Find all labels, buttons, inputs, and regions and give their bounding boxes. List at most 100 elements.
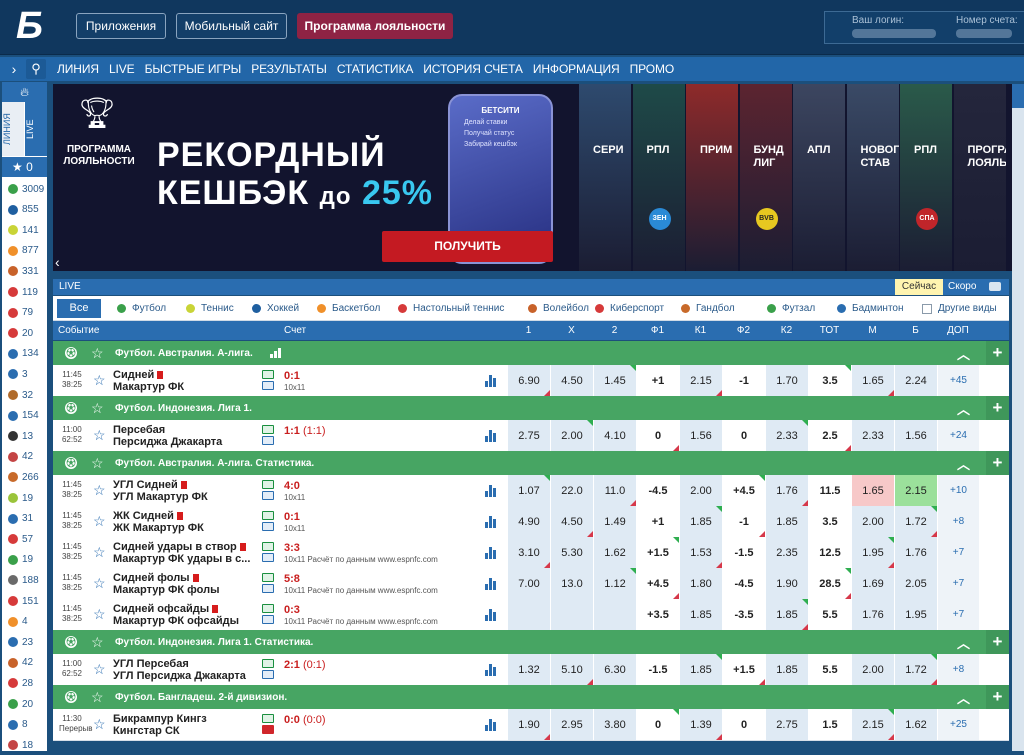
teams[interactable]: УГЛ Сидней УГЛ Макартур ФК (113, 479, 281, 503)
star-icon[interactable]: ☆ (93, 575, 106, 592)
odd-cell[interactable]: 2.00 (679, 475, 722, 506)
odd-cell[interactable]: 2.75 (507, 420, 550, 451)
sidebar-sport-item[interactable]: 19 (2, 550, 47, 570)
odd-cell[interactable]: 1.45 (593, 365, 636, 396)
odd-cell[interactable]: 1.5 (808, 709, 851, 740)
filter-4[interactable]: Настольный теннис (398, 303, 504, 314)
league-header[interactable]: ⚽︎ ☆ Футбол. Бангладеш. 2-й дивизион. ︿ + (53, 685, 1009, 709)
chart-icon[interactable] (485, 578, 499, 590)
tv-icon[interactable] (262, 584, 274, 593)
col-header[interactable]: К1 (679, 325, 722, 336)
star-icon[interactable]: ☆ (93, 606, 106, 623)
sidebar-sport-item[interactable]: 855 (2, 200, 47, 220)
filter-8[interactable]: Футзал (767, 303, 815, 314)
teams[interactable]: Сидней офсайды Макартур ФК офсайды (113, 603, 281, 627)
odd-cell[interactable]: 3.5 (808, 365, 851, 396)
odd-cell[interactable]: 6.30 (593, 654, 636, 685)
table-row[interactable]: 11:30 Перерыв ☆ Бикрампур Кингз Кингстар СК 0… (53, 709, 1009, 741)
odd-cell[interactable]: -1 (722, 365, 765, 396)
now-tab[interactable]: Сейчас (895, 279, 943, 295)
filter-all[interactable]: Все (57, 299, 101, 318)
odd-cell[interactable]: 0 (636, 709, 679, 740)
odd-cell[interactable]: 1.49 (593, 506, 636, 537)
odd-cell[interactable]: 28.5 (808, 568, 851, 599)
stats-icon[interactable] (270, 348, 284, 358)
sidebar-sport-item[interactable]: 8 (2, 715, 47, 735)
odd-cell[interactable]: +1 (636, 365, 679, 396)
more-markets-button[interactable]: +7 (937, 568, 979, 599)
table-row[interactable]: 11:45 38:25 ☆ Сидней удары в створ Макартур … (53, 537, 1009, 569)
teams[interactable]: Сидней удары в створ Макартур ФК удары в … (113, 541, 281, 565)
sidebar-sport-item[interactable]: 42 (2, 653, 47, 673)
sidebar-sport-item[interactable]: 4 (2, 612, 47, 632)
more-markets-button[interactable]: +7 (937, 599, 979, 630)
odd-cell[interactable]: 1.56 (679, 420, 722, 451)
col-header[interactable]: М (851, 325, 894, 336)
odd-cell[interactable]: 1.32 (507, 654, 550, 685)
filter-6[interactable]: Киберспорт (595, 303, 664, 314)
tv-icon[interactable] (262, 615, 274, 624)
star-icon[interactable]: ☆ (93, 544, 106, 561)
star-icon[interactable]: ☆ (93, 661, 106, 678)
odd-cell[interactable]: 11.5 (808, 475, 851, 506)
get-cashback-button[interactable]: ПОЛУЧИТЬ (382, 231, 553, 262)
filter-3[interactable]: Баскетбол (317, 303, 380, 314)
odd-cell[interactable]: 1.56 (894, 420, 937, 451)
sidebar-sport-item[interactable]: 331 (2, 261, 47, 281)
stats-icon[interactable] (262, 604, 274, 613)
table-row[interactable]: 11:45 38:25 ☆ ЖК Сидней ЖК Макартур ФК 0:1 10x… (53, 506, 1009, 538)
odd-cell[interactable]: 1.85 (765, 654, 808, 685)
odd-cell[interactable]: 22.0 (550, 475, 593, 506)
nav-item[interactable]: ИСТОРИЯ СЧЕТА (423, 62, 523, 76)
nav-item[interactable]: СТАТИСТИКА (337, 62, 414, 76)
league-header[interactable]: ⚽︎ ☆ Футбол. Австралия. А-лига. Статистика… (53, 451, 1009, 475)
collapse-icon[interactable]: ︿ (957, 344, 970, 363)
sidebar-sport-item[interactable]: 3009 (2, 179, 47, 199)
odd-cell[interactable]: 4.10 (593, 420, 636, 451)
teams[interactable]: Сидней Макартур ФК (113, 369, 281, 393)
odd-cell[interactable]: 1.65 (851, 365, 894, 396)
odd-cell[interactable]: 3.5 (808, 506, 851, 537)
banner-card[interactable]: ПРОГРА ЛОЯЛЬ (953, 84, 1006, 271)
odd-cell[interactable]: 3.10 (507, 537, 550, 568)
promo-banner[interactable]: 🏆︎ ПРОГРАММА ЛОЯЛЬНОСТИ РЕКОРДНЫЙ КЕШБЭК … (53, 84, 1012, 271)
star-icon[interactable]: ☆ (93, 372, 106, 389)
odd-cell[interactable]: 1.62 (593, 537, 636, 568)
banner-card[interactable]: БУНД ЛИГ BVB (739, 84, 792, 271)
fire-icon[interactable]: 🔥︎ (2, 82, 47, 102)
odd-cell[interactable]: 0 (636, 420, 679, 451)
odd-cell[interactable]: 13.0 (550, 568, 593, 599)
odd-cell[interactable]: +1.5 (636, 537, 679, 568)
odd-cell[interactable]: 1.39 (679, 709, 722, 740)
banner-card[interactable]: СЕРИ (579, 84, 631, 271)
star-icon[interactable]: ☆ (91, 345, 104, 362)
odd-cell[interactable]: 11.0 (593, 475, 636, 506)
banner-card[interactable]: РПЛ СПА (900, 84, 952, 271)
stats-icon[interactable] (262, 714, 274, 723)
teams[interactable]: ЖК Сидней ЖК Макартур ФК (113, 510, 281, 534)
col-header[interactable]: 2 (593, 325, 636, 336)
odd-cell[interactable]: -1 (722, 506, 765, 537)
sidebar-sport-item[interactable]: 141 (2, 220, 47, 240)
more-markets-button[interactable]: +10 (937, 475, 979, 506)
sidebar-sport-item[interactable]: 42 (2, 447, 47, 467)
chart-icon[interactable] (485, 430, 499, 442)
odd-cell[interactable]: 2.95 (550, 709, 593, 740)
sidebar-sport-item[interactable]: 79 (2, 303, 47, 323)
more-markets-button[interactable]: +45 (937, 365, 979, 396)
chart-icon[interactable] (485, 664, 499, 676)
odd-cell[interactable]: 1.95 (894, 599, 937, 630)
tv-icon[interactable] (262, 491, 274, 500)
stats-icon[interactable] (262, 425, 274, 434)
odd-cell[interactable]: 2.15 (679, 365, 722, 396)
table-row[interactable]: 11:45 38:25 ☆ Сидней офсайды Макартур ФК офс… (53, 599, 1009, 631)
collapse-icon[interactable]: ︿ (957, 633, 970, 652)
chart-icon[interactable] (485, 485, 499, 497)
add-icon[interactable]: + (986, 341, 1009, 365)
more-markets-button[interactable]: +8 (937, 506, 979, 537)
col-header[interactable]: ДОП (937, 325, 979, 336)
odd-cell[interactable]: 5.10 (550, 654, 593, 685)
youtube-icon[interactable] (262, 725, 274, 734)
odd-cell[interactable]: -4.5 (636, 475, 679, 506)
table-row[interactable]: 11:45 38:25 ☆ Сидней фолы Макартур ФК фолы 5:… (53, 568, 1009, 600)
